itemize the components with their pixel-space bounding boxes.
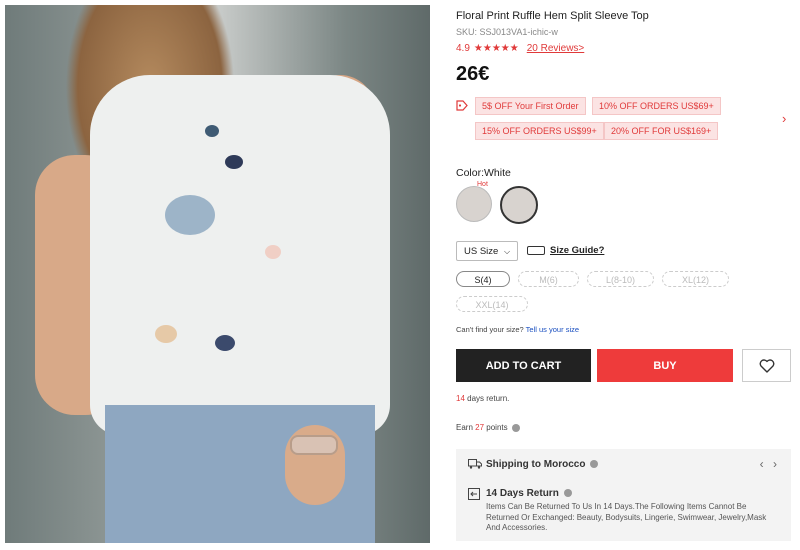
product-title: Floral Print Ruffle Hem Split Sleeve Top bbox=[456, 10, 649, 22]
size-option-s[interactable]: S(4) bbox=[456, 271, 510, 287]
info-icon[interactable] bbox=[590, 460, 599, 469]
size-option-m[interactable]: M(6) bbox=[518, 271, 579, 287]
coupon-20-off[interactable]: 20% OFF FOR US$169+ bbox=[604, 122, 719, 140]
returns-suffix: days return. bbox=[467, 394, 510, 403]
coupon-10-off[interactable]: 10% OFF ORDERS US$69+ bbox=[592, 97, 721, 115]
product-image-top bbox=[90, 75, 390, 435]
product-image[interactable] bbox=[5, 5, 430, 543]
size-option-xl[interactable]: XL(12) bbox=[662, 271, 729, 287]
hot-badge: Hot bbox=[477, 181, 488, 188]
chevron-left-icon[interactable]: ‹ bbox=[760, 457, 764, 471]
tell-us-size-link[interactable]: Tell us your size bbox=[526, 325, 579, 334]
buy-button[interactable]: BUY bbox=[597, 349, 733, 382]
coupons-chevron-right-icon[interactable]: › bbox=[782, 111, 786, 126]
coupon-15-off[interactable]: 15% OFF ORDERS US$99+ bbox=[475, 122, 604, 140]
return-description: Items Can Be Returned To Us In 14 Days.T… bbox=[486, 502, 767, 532]
cant-find-size-text: Can't find your size? bbox=[456, 325, 524, 334]
rating-stars-icon: ★★★★★ bbox=[473, 43, 519, 54]
shipping-title-text: Shipping to Morocco bbox=[486, 459, 586, 470]
color-swatch-print[interactable]: Hot bbox=[456, 181, 492, 222]
flower-decoration bbox=[225, 155, 243, 169]
size-option-xxl[interactable]: XXL(14) bbox=[456, 296, 528, 312]
size-guide-link[interactable]: Size Guide? bbox=[550, 245, 604, 256]
color-swatch-white[interactable] bbox=[500, 186, 538, 224]
shipping-title[interactable]: Shipping to Morocco bbox=[486, 459, 599, 470]
coupon-tag-icon bbox=[456, 100, 468, 111]
ruler-icon bbox=[527, 246, 545, 255]
size-region-label: US Size bbox=[464, 246, 499, 257]
chevron-right-icon[interactable]: › bbox=[773, 457, 777, 471]
flower-decoration bbox=[165, 195, 215, 235]
earn-prefix: Earn bbox=[456, 423, 473, 432]
heart-icon bbox=[759, 358, 774, 373]
product-image-watch bbox=[290, 435, 338, 455]
earn-suffix: points bbox=[486, 423, 508, 432]
chevron-down-icon: ⌵ bbox=[503, 247, 511, 256]
return-box-icon bbox=[468, 488, 480, 500]
earn-points: Earn 27 points bbox=[456, 423, 520, 432]
color-label: Color:White bbox=[456, 167, 511, 179]
cant-find-size-row: Can't find your size? Tell us your size bbox=[456, 325, 579, 334]
rating-value: 4.9 bbox=[456, 43, 470, 54]
info-icon[interactable] bbox=[563, 489, 572, 498]
shipping-arrows: ‹ › bbox=[760, 457, 777, 471]
earn-points-value: 27 bbox=[475, 423, 485, 432]
shipping-box: Shipping to Morocco ‹ › 14 Days Return I… bbox=[456, 449, 791, 541]
rating-row: 4.9 ★★★★★ 20 Reviews> bbox=[456, 43, 584, 54]
flower-decoration bbox=[205, 125, 219, 137]
coupon-first-order[interactable]: 5$ OFF Your First Order bbox=[475, 97, 586, 115]
add-to-cart-button[interactable]: ADD TO CART bbox=[456, 349, 591, 382]
size-region-select[interactable]: US Size ⌵ bbox=[456, 241, 518, 261]
size-option-l[interactable]: L(8-10) bbox=[587, 271, 654, 287]
flower-decoration bbox=[155, 325, 177, 343]
product-sku: SKU: SSJ013VA1-ichic-w bbox=[456, 27, 558, 37]
product-price: 26€ bbox=[456, 63, 490, 85]
return-title: 14 Days Return bbox=[486, 488, 572, 499]
info-icon[interactable] bbox=[511, 423, 520, 432]
truck-icon bbox=[468, 459, 482, 469]
flower-decoration bbox=[215, 335, 235, 351]
wishlist-button[interactable] bbox=[742, 349, 791, 382]
reviews-link[interactable]: 20 Reviews> bbox=[527, 43, 585, 54]
returns-note: 14 days return. bbox=[456, 394, 509, 403]
returns-days: 14 bbox=[456, 394, 465, 403]
return-title-text: 14 Days Return bbox=[486, 488, 559, 499]
flower-decoration bbox=[265, 245, 281, 259]
